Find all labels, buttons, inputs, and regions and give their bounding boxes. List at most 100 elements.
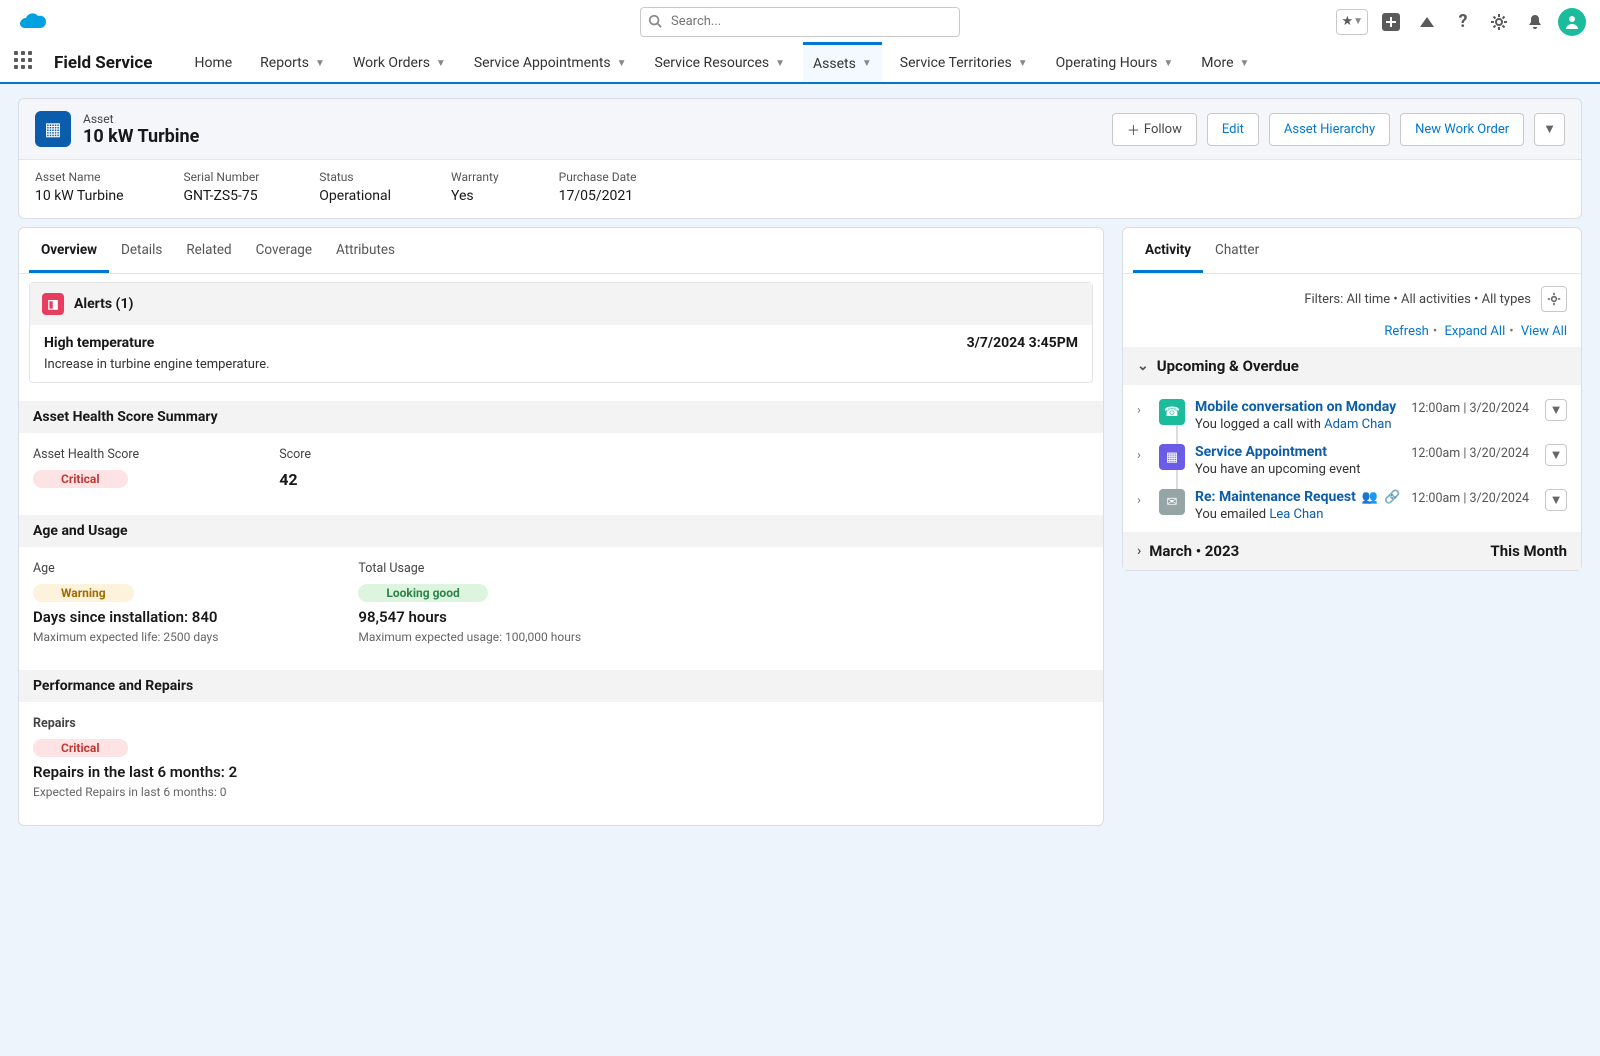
expand-item-button[interactable]: › [1137,444,1149,477]
more-actions-button[interactable]: ▼ [1534,113,1565,146]
asset-hierarchy-button[interactable]: Asset Hierarchy [1269,113,1390,146]
timeline-item-menu[interactable]: ▼ [1545,489,1567,511]
tab-overview[interactable]: Overview [29,228,109,273]
metric-label: Repairs [33,716,237,731]
nav-assets[interactable]: Assets▼ [803,42,882,82]
alert-title: High temperature [44,335,154,351]
asset-object-icon: ▦ [35,111,71,147]
person-link[interactable]: Adam Chan [1324,417,1391,432]
chevron-right-icon: › [1137,543,1141,559]
tab-details[interactable]: Details [109,228,174,273]
app-name: Field Service [54,53,152,73]
repairs-section: Performance and Repairs Repairs Critical… [19,670,1103,807]
nav-more[interactable]: More▼ [1191,43,1259,83]
record-highlight-fields: Asset Name10 kW Turbine Serial NumberGNT… [19,159,1581,218]
field-label: Serial Number [184,170,260,184]
person-link[interactable]: Lea Chan [1269,507,1323,522]
activity-filters: Filters: All time • All activities • All… [1123,274,1581,324]
age-usage-section: Age and Usage Age Warning Days since ins… [19,515,1103,652]
timeline-item: › ▦ Service Appointment You have an upco… [1137,438,1567,483]
field-label: Asset Name [35,170,124,184]
tab-coverage[interactable]: Coverage [244,228,324,273]
chevron-down-icon: ▼ [315,58,325,69]
add-button[interactable] [1378,9,1404,35]
nav-service-resources[interactable]: Service Resources▼ [645,43,796,83]
nav-service-appointments[interactable]: Service Appointments▼ [464,43,637,83]
view-all-link[interactable]: View All [1521,324,1567,339]
refresh-link[interactable]: Refresh [1384,324,1428,339]
people-icon: 👥 [1362,490,1378,505]
detail-tabs: Overview Details Related Coverage Attrib… [19,228,1103,274]
nav-reports[interactable]: Reports▼ [250,43,335,83]
activity-settings-button[interactable] [1541,286,1567,312]
nav-service-territories[interactable]: Service Territories▼ [890,43,1038,83]
timeline-item-menu[interactable]: ▼ [1545,399,1567,421]
tab-related[interactable]: Related [174,228,243,273]
salesforce-logo-icon [14,10,50,34]
metric-label: Asset Health Score [33,447,139,462]
metric-label: Score [279,447,311,462]
field-value: 10 kW Turbine [35,188,124,204]
field-label: Status [319,170,391,184]
edit-button[interactable]: Edit [1207,113,1259,146]
section-header: Age and Usage [19,515,1103,547]
object-type-label: Asset [83,112,199,126]
timeline-title[interactable]: Service Appointment [1195,444,1327,460]
usage-value: 98,547 hours [358,608,581,626]
timeline-item: › ☎ Mobile conversation on Monday You lo… [1137,393,1567,438]
timeline-title[interactable]: Mobile conversation on Monday [1195,399,1396,415]
chevron-down-icon: ▼ [1018,58,1028,69]
nav-home[interactable]: Home [184,43,242,83]
setup-gear-icon[interactable] [1486,9,1512,35]
favorites-button[interactable]: ★▼ [1336,9,1368,35]
calendar-icon: ▦ [1159,444,1185,470]
record-header: ▦ Asset 10 kW Turbine ＋Follow Edit Asset… [18,98,1582,219]
chevron-down-icon: ▼ [1163,58,1173,69]
alerts-header: Alerts (1) [74,296,133,312]
chevron-down-icon: ▼ [436,58,446,69]
search-icon [648,14,662,32]
app-launcher-icon[interactable] [14,51,38,75]
global-search-input[interactable] [640,7,960,37]
email-icon: ✉ [1159,489,1185,515]
metric-label: Age [33,561,218,576]
alert-timestamp: 3/7/2024 3:45PM [967,335,1078,351]
timeline-title[interactable]: Re: Maintenance Request 👥 🔗 [1195,489,1400,505]
age-pill: Warning [33,584,134,602]
activity-panel: Activity Chatter Filters: All time • All… [1122,227,1582,571]
notifications-bell-icon[interactable] [1522,9,1548,35]
tab-attributes[interactable]: Attributes [324,228,407,273]
nav-operating-hours[interactable]: Operating Hours▼ [1046,43,1184,83]
nav-work-orders[interactable]: Work Orders▼ [343,43,456,83]
expand-item-button[interactable]: › [1137,489,1149,522]
activity-timeline: › ☎ Mobile conversation on Monday You lo… [1123,385,1581,532]
usage-note: Maximum expected usage: 100,000 hours [358,630,581,644]
field-label: Purchase Date [559,170,637,184]
page-body: ▦ Asset 10 kW Turbine ＋Follow Edit Asset… [0,84,1600,1056]
age-value: Days since installation: 840 [33,608,218,626]
health-section: Asset Health Score Summary Asset Health … [19,401,1103,497]
tab-activity[interactable]: Activity [1133,228,1203,273]
new-work-order-button[interactable]: New Work Order [1400,113,1524,146]
timeline-item-menu[interactable]: ▼ [1545,444,1567,466]
record-name: 10 kW Turbine [83,126,199,147]
upcoming-overdue-header[interactable]: ⌄ Upcoming & Overdue [1123,347,1581,385]
activity-tabs: Activity Chatter [1123,228,1581,274]
chevron-down-icon: ▼ [862,58,872,69]
user-avatar[interactable] [1558,8,1586,36]
section-header: Asset Health Score Summary [19,401,1103,433]
expand-item-button[interactable]: › [1137,399,1149,432]
field-value: Operational [319,188,391,204]
plus-icon: ＋ [1127,120,1140,139]
expand-all-link[interactable]: Expand All [1444,324,1505,339]
help-icon[interactable]: ? [1450,9,1476,35]
timeline-meta: 12:00am | 3/20/2024 [1411,444,1529,477]
activity-links: Refresh• Expand All• View All [1123,324,1581,347]
month-group-header[interactable]: › March • 2023 This Month [1123,532,1581,570]
tab-chatter[interactable]: Chatter [1203,228,1271,273]
follow-button[interactable]: ＋Follow [1112,113,1197,146]
guidance-icon[interactable] [1414,9,1440,35]
repairs-value: Repairs in the last 6 months: 2 [33,763,237,781]
health-pill: Critical [33,470,128,488]
chevron-down-icon: ▼ [1240,58,1250,69]
